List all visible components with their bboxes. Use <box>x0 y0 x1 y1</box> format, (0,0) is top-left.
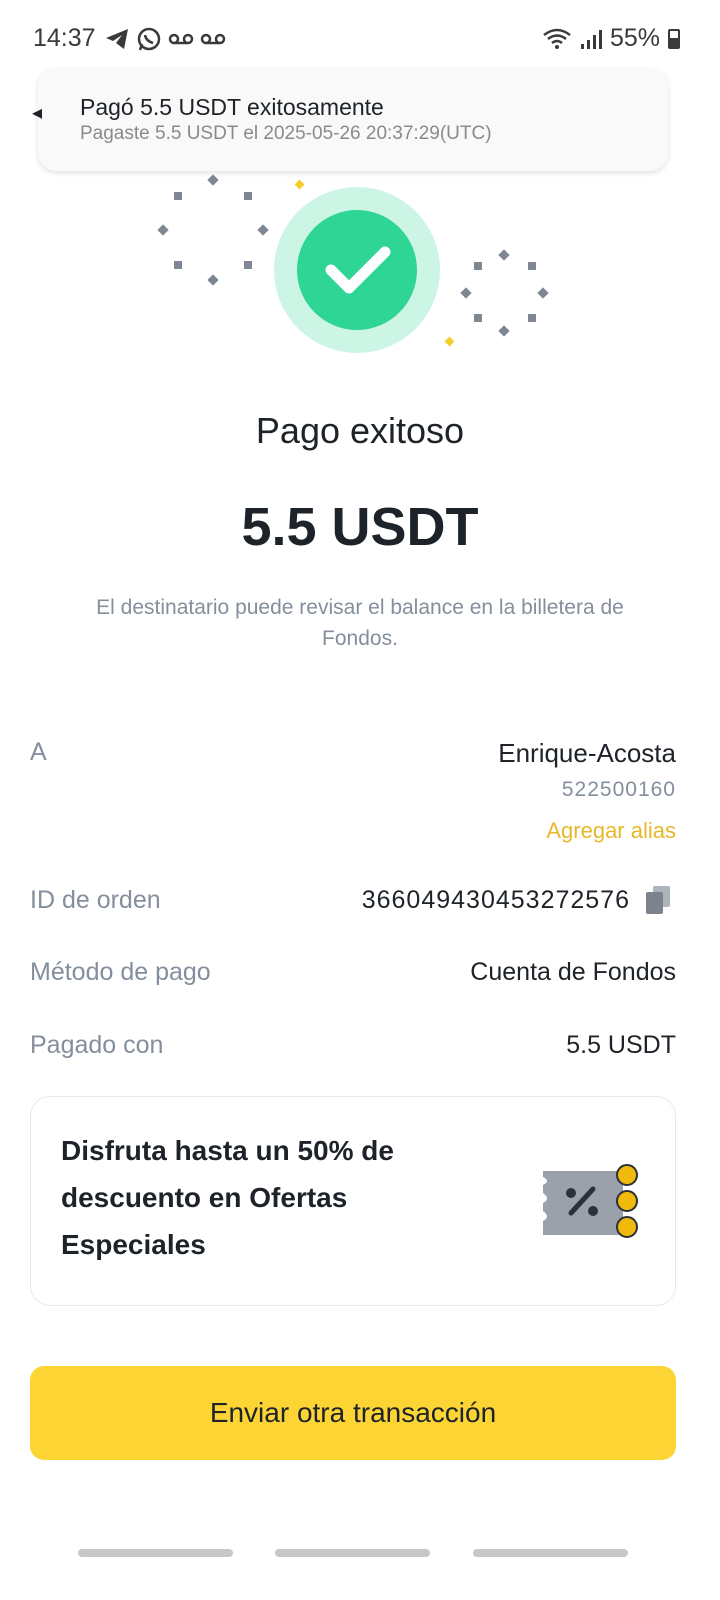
system-icons: 55% <box>542 24 680 53</box>
confetti-dot <box>537 287 549 299</box>
voicemail-icon <box>200 33 226 45</box>
nav-pill-right[interactable] <box>473 1549 628 1557</box>
add-alias-link[interactable]: Agregar alias <box>546 818 676 844</box>
telegram-icon <box>106 29 128 49</box>
confetti-dot <box>294 179 305 190</box>
nav-pill-left[interactable] <box>78 1549 233 1557</box>
confetti-dot <box>528 314 536 322</box>
signal-icon <box>580 29 602 49</box>
paid-with-label: Pagado con <box>30 1031 164 1059</box>
copy-icon[interactable] <box>646 886 670 914</box>
confetti-dot <box>474 314 482 322</box>
wifi-icon <box>543 28 571 49</box>
confetti-dot <box>474 262 482 270</box>
paid-with-value: 5.5 USDT <box>566 1031 676 1059</box>
success-ring <box>274 187 440 353</box>
order-id-label: ID de orden <box>30 886 161 914</box>
confetti-dot <box>257 224 269 236</box>
confetti-dot <box>244 192 252 200</box>
toast-subtitle: Pagaste 5.5 USDT el 2025-05-26 20:37:29(… <box>80 123 492 144</box>
confetti-dot <box>444 336 455 347</box>
recipient-label: A <box>30 738 47 766</box>
notification-icons <box>104 26 226 52</box>
success-illustration <box>150 170 570 370</box>
confetti-dot <box>174 192 182 200</box>
payment-method-label: Método de pago <box>30 958 211 986</box>
promo-card[interactable]: Disfruta hasta un 50% de descuento en Of… <box>30 1096 676 1306</box>
whatsapp-icon <box>137 27 161 51</box>
confetti-dot <box>207 174 219 186</box>
back-arrow-icon[interactable]: ◂ <box>32 100 42 125</box>
payment-amount: 5.5 USDT <box>241 497 479 557</box>
voicemail-icon <box>168 33 194 45</box>
confetti-dot <box>244 261 252 269</box>
toast-title: Pagó 5.5 USDT exitosamente <box>80 94 384 120</box>
confetti-dot <box>174 261 182 269</box>
battery-icon <box>668 28 680 49</box>
check-icon <box>325 246 391 294</box>
promo-text: Disfruta hasta un 50% de descuento en Of… <box>61 1135 394 1260</box>
confetti-dot <box>498 325 510 337</box>
balance-note: El destinatario puede revisar el balance… <box>96 596 624 650</box>
confetti-dot <box>498 249 510 261</box>
nav-pill-center[interactable] <box>275 1549 430 1557</box>
battery-percent: 55% <box>609 24 660 52</box>
recipient-name: Enrique-Acosta <box>498 738 676 768</box>
recipient-id: 522500160 <box>561 778 676 801</box>
order-id-value: 366049430453272576 <box>361 886 630 914</box>
send-another-transaction-button[interactable]: Enviar otra transacción <box>30 1366 676 1460</box>
confetti-dot <box>460 287 472 299</box>
confetti-dot <box>528 262 536 270</box>
discount-coupon-icon <box>543 1164 638 1238</box>
status-time: 14:37 <box>33 24 96 52</box>
confetti-dot <box>157 224 169 236</box>
payment-toast[interactable]: ◂ Pagó 5.5 USDT exitosamente Pagaste 5.5… <box>32 68 668 171</box>
confetti-dot <box>207 274 219 286</box>
payment-method-value: Cuenta de Fondos <box>470 958 676 986</box>
success-circle <box>297 210 417 330</box>
page-title: Pago exitoso <box>255 410 465 451</box>
